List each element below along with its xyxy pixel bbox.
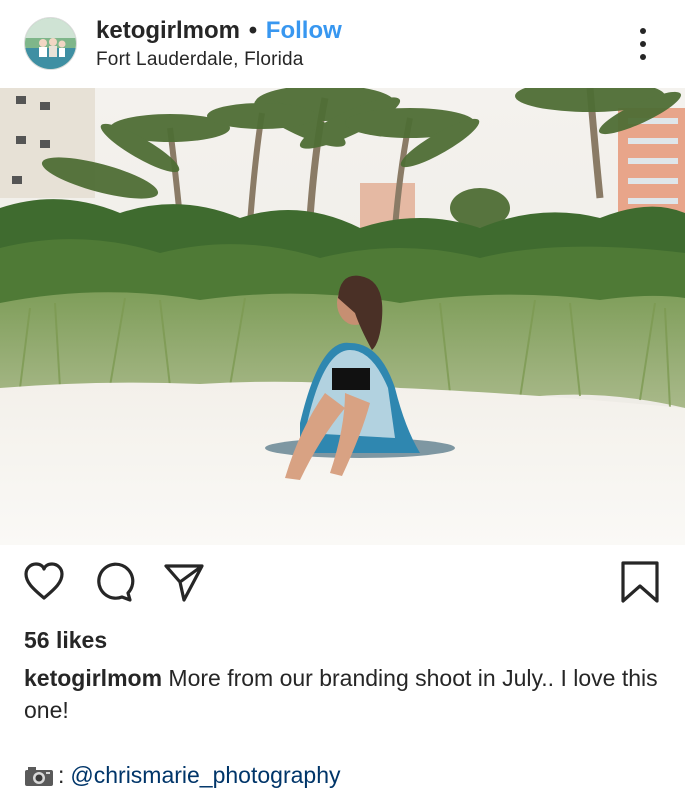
photographer-mention[interactable]: @chrismarie_photography: [70, 760, 340, 790]
likes-count[interactable]: 56 likes: [24, 627, 107, 654]
more-options-icon[interactable]: [631, 28, 655, 60]
separator-dot: •: [248, 17, 258, 44]
paper-plane-icon[interactable]: [162, 560, 206, 604]
user-line: ketogirlmom • Follow: [96, 17, 342, 45]
bookmark-icon[interactable]: [618, 560, 662, 604]
caption: ketogirlmom More from our branding shoot…: [24, 662, 664, 726]
heart-icon[interactable]: [22, 560, 66, 604]
header-text: ketogirlmom • Follow Fort Lauderdale, Fl…: [96, 17, 342, 71]
username[interactable]: ketogirlmom: [96, 17, 240, 44]
post-header: ketogirlmom • Follow Fort Lauderdale, Fl…: [0, 0, 685, 88]
action-bar: [0, 560, 685, 610]
avatar[interactable]: [24, 17, 77, 70]
photo-credit: : @chrismarie_photography: [24, 760, 340, 790]
credit-separator: :: [58, 762, 65, 788]
follow-button[interactable]: Follow: [266, 17, 342, 44]
camera-icon: [24, 764, 54, 786]
location-link[interactable]: Fort Lauderdale, Florida: [96, 49, 342, 71]
comment-icon[interactable]: [92, 560, 136, 604]
caption-username[interactable]: ketogirlmom: [24, 665, 162, 691]
post-photo[interactable]: [0, 88, 685, 545]
